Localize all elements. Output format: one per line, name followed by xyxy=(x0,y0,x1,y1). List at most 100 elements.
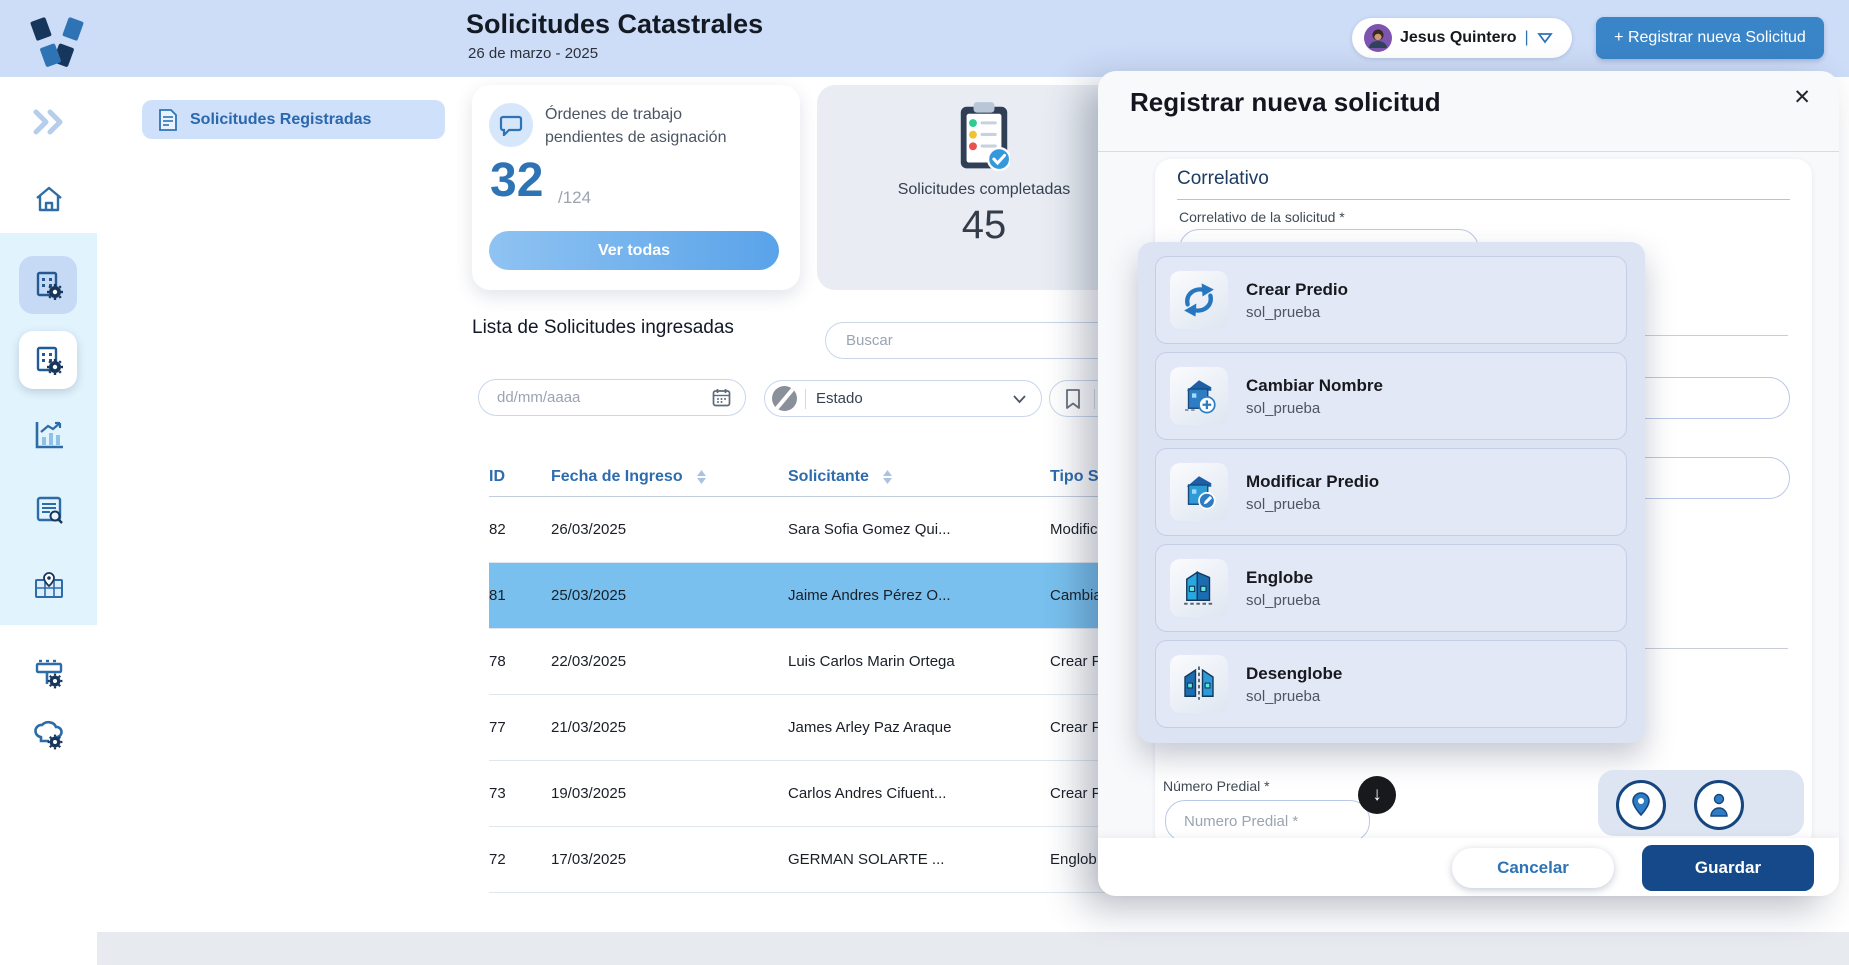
cell-fecha: 22/03/2025 xyxy=(551,653,788,670)
table-row[interactable]: 73 19/03/2025 Carlos Andres Cifuent... C… xyxy=(489,761,1189,827)
estado-select[interactable]: Estado xyxy=(764,380,1042,417)
cell-fecha: 26/03/2025 xyxy=(551,521,788,538)
column-header-fecha[interactable]: Fecha de Ingreso xyxy=(551,468,788,486)
building-gear-icon xyxy=(32,344,64,376)
cell-fecha: 19/03/2025 xyxy=(551,785,788,802)
house-plus-icon xyxy=(1170,367,1228,425)
table-row[interactable]: 72 17/03/2025 GERMAN SOLARTE ... Englob xyxy=(489,827,1189,893)
chat-bubble-icon xyxy=(489,103,533,147)
building-gear-icon xyxy=(32,269,64,301)
cell-id: 78 xyxy=(489,653,551,670)
cell-fecha: 17/03/2025 xyxy=(551,851,788,868)
option-sublabel: sol_prueba xyxy=(1246,496,1379,513)
cloud-gear-icon xyxy=(32,719,66,751)
location-pin-icon[interactable] xyxy=(1616,780,1666,830)
sidebar-item-map[interactable] xyxy=(0,571,97,601)
cancel-button[interactable]: Cancelar xyxy=(1452,848,1614,888)
building-split-icon xyxy=(1170,655,1228,713)
calendar-icon xyxy=(712,388,731,407)
option-label: Desenglobe xyxy=(1246,664,1342,684)
sort-icon[interactable] xyxy=(883,470,892,484)
option-label: Modificar Predio xyxy=(1246,472,1379,492)
option-sublabel: sol_prueba xyxy=(1246,688,1342,705)
home-icon xyxy=(34,185,64,213)
bottom-strip xyxy=(97,932,1849,965)
user-divider: | xyxy=(1524,29,1528,47)
cell-solicitante: Jaime Andres Pérez O... xyxy=(788,587,1050,604)
sidebar-item-home[interactable] xyxy=(0,185,97,213)
chevron-down-icon xyxy=(1012,394,1027,404)
sort-icon[interactable] xyxy=(697,470,706,484)
sidebar-item-solicitudes-alt[interactable] xyxy=(19,331,77,389)
bookmark-icon xyxy=(1064,388,1082,410)
column-header-solicitante[interactable]: Solicitante xyxy=(788,468,1050,486)
pending-orders-title: Órdenes de trabajo pendientes de asignac… xyxy=(545,103,726,149)
sidebar-expand-button[interactable] xyxy=(0,109,97,135)
page-title: Solicitudes Catastrales xyxy=(466,9,763,40)
page-date: 26 de marzo - 2025 xyxy=(468,45,598,62)
map-pin-icon xyxy=(33,571,65,601)
sidebar-item-documents[interactable] xyxy=(0,495,97,525)
option-crear-predio[interactable]: Crear Predio sol_prueba xyxy=(1155,256,1627,344)
list-title: Lista de Solicitudes ingresadas xyxy=(472,317,734,339)
estado-label: Estado xyxy=(816,390,863,407)
drawer-footer: Cancelar Guardar xyxy=(1098,838,1839,896)
app-logo-icon xyxy=(28,9,86,67)
close-icon[interactable]: ✕ xyxy=(1793,85,1811,110)
option-sublabel: sol_prueba xyxy=(1246,400,1383,417)
document-icon xyxy=(158,108,178,132)
requests-table: ID Fecha de Ingreso Solicitante Tipo S xyxy=(489,458,1189,893)
option-sublabel: sol_prueba xyxy=(1246,592,1320,609)
sidebar-item-solicitudes-active[interactable] xyxy=(19,256,77,314)
numero-predial-label: Número Predial * xyxy=(1163,778,1270,794)
sidebar-item-stats[interactable] xyxy=(0,420,97,450)
house-edit-icon xyxy=(1170,463,1228,521)
date-filter[interactable] xyxy=(478,379,746,416)
cell-id: 72 xyxy=(489,851,551,868)
option-englobe[interactable]: Englobe sol_prueba xyxy=(1155,544,1627,632)
option-cambiar-nombre[interactable]: Cambiar Nombre sol_prueba xyxy=(1155,352,1627,440)
table-row[interactable]: 82 26/03/2025 Sara Sofia Gomez Qui... Mo… xyxy=(489,497,1189,563)
completed-count: 45 xyxy=(962,203,1007,248)
pending-count: 32 xyxy=(490,153,543,208)
pending-orders-card: Órdenes de trabajo pendientes de asignac… xyxy=(472,85,800,290)
person-icon[interactable] xyxy=(1694,780,1744,830)
tab-solicitudes-registradas[interactable]: Solicitudes Registradas xyxy=(142,100,445,139)
cell-fecha: 21/03/2025 xyxy=(551,719,788,736)
clipboard-check-icon xyxy=(958,101,1010,173)
option-modificar-predio[interactable]: Modificar Predio sol_prueba xyxy=(1155,448,1627,536)
scroll-down-button[interactable]: ↓ xyxy=(1358,776,1396,814)
option-label: Crear Predio xyxy=(1246,280,1348,300)
table-header-row: ID Fecha de Ingreso Solicitante Tipo S xyxy=(489,458,1189,497)
cell-solicitante: GERMAN SOLARTE ... xyxy=(788,851,1050,868)
table-row[interactable]: 81 25/03/2025 Jaime Andres Pérez O... Ca… xyxy=(489,563,1189,629)
cell-solicitante: Sara Sofia Gomez Qui... xyxy=(788,521,1050,538)
solicitud-type-dropdown: Crear Predio sol_prueba Cambi xyxy=(1138,242,1645,743)
save-button[interactable]: Guardar xyxy=(1642,845,1814,891)
chart-trend-icon xyxy=(33,420,65,450)
app-header: Solicitudes Catastrales 26 de marzo - 20… xyxy=(0,0,1849,77)
app: Solicitudes Catastrales 26 de marzo - 20… xyxy=(0,0,1849,965)
sidebar-item-cloud-settings[interactable] xyxy=(0,719,97,751)
table-row[interactable]: 77 21/03/2025 James Arley Paz Araque Cre… xyxy=(489,695,1189,761)
column-header-id[interactable]: ID xyxy=(489,468,551,486)
cell-id: 81 xyxy=(489,587,551,604)
table-row[interactable]: 78 22/03/2025 Luis Carlos Marin Ortega C… xyxy=(489,629,1189,695)
divider xyxy=(1094,389,1095,409)
chevron-down-icon xyxy=(1537,32,1553,44)
numero-predial-input[interactable] xyxy=(1165,800,1370,842)
avatar xyxy=(1364,24,1392,52)
ver-todas-button[interactable]: Ver todas xyxy=(489,231,779,270)
register-new-request-button[interactable]: + Registrar nueva Solicitud xyxy=(1596,17,1824,59)
section-divider xyxy=(1177,199,1790,200)
date-input[interactable] xyxy=(497,389,697,406)
cell-fecha: 25/03/2025 xyxy=(551,587,788,604)
drawer-title: Registrar nueva solicitud xyxy=(1130,87,1441,118)
option-desenglobe[interactable]: Desenglobe sol_prueba xyxy=(1155,640,1627,728)
sidebar-item-board-settings[interactable] xyxy=(0,657,97,689)
divider xyxy=(805,389,806,409)
sync-arrows-icon xyxy=(1170,271,1228,329)
section-divider xyxy=(1645,335,1788,336)
sign-gear-icon xyxy=(33,657,65,689)
user-menu[interactable]: Jesus Quintero | xyxy=(1352,18,1572,58)
